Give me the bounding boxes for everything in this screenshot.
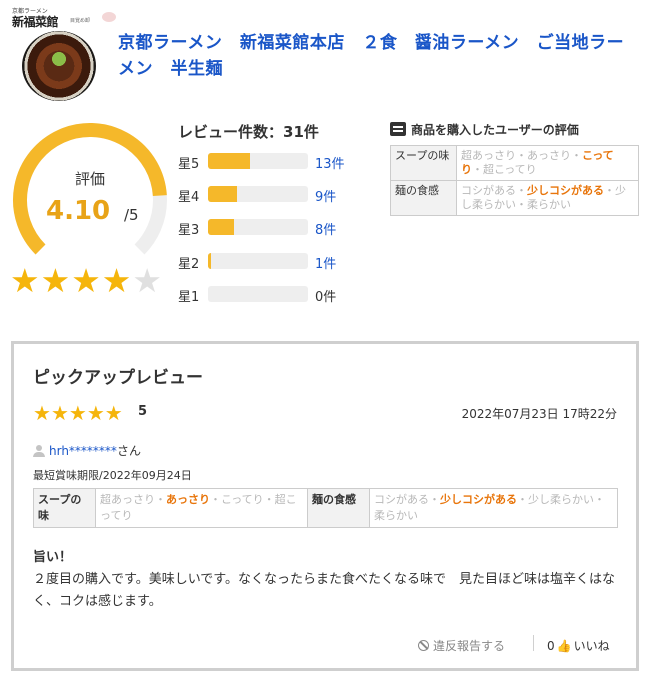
eval-key: スープの味 xyxy=(390,145,457,181)
review-eval-table: スープの味 超あっさり・あっさり・こってり・超こってり 麺の食感 コシがある・少… xyxy=(33,488,618,528)
table-row: 麺の食感 コシがある・少しコシがある・少し柔らかい・柔らかい xyxy=(390,180,639,216)
histogram-row-5[interactable]: 星5 13件 xyxy=(178,150,378,172)
eval-selected-option: 少しコシがある xyxy=(527,184,604,197)
eval-value: コシがある・少しコシがある・少し柔らかい・柔らかい xyxy=(456,180,639,216)
table-row: スープの味 超あっさり・あっさり・こってり・超こってり xyxy=(390,145,639,181)
histogram-label: 星2 xyxy=(178,257,200,272)
table-row: スープの味 超あっさり・あっさり・こってり・超こってり 麺の食感 コシがある・少… xyxy=(33,488,618,528)
histogram-count-link[interactable]: 13件 xyxy=(315,153,345,172)
pickup-review-title: ピックアップレビュー xyxy=(33,368,203,388)
like-label: いいね xyxy=(573,639,610,653)
like-count: 0 xyxy=(547,639,555,653)
rating-gauge: 評価 4.10 /5 xyxy=(10,120,170,270)
histogram-label: 星3 xyxy=(178,223,200,238)
histogram-count-link[interactable]: 9件 xyxy=(315,186,336,205)
thumbs-up-icon: 👍 xyxy=(556,639,572,653)
rating-label: 評価 xyxy=(74,170,105,188)
rating-denominator: /5 xyxy=(124,206,139,224)
eval-selected-option: あっさり xyxy=(166,493,210,506)
eval-option-text: コシがある・ xyxy=(461,184,527,197)
review-stars: ★ ★ ★ ★ ★ xyxy=(33,402,123,424)
histogram-label: 星1 xyxy=(178,290,200,305)
histogram-fill xyxy=(208,219,234,235)
review-expiry: 最短賞味期限/2022年09月24日 xyxy=(33,469,192,482)
histogram-fill xyxy=(208,153,250,169)
user-eval-heading-text: 商品を購入したユーザーの評価 xyxy=(411,123,579,137)
review-body: ２度目の購入です。美味しいです。なくなったらまた食べたくなる味で 見た目ほど味は… xyxy=(33,572,616,609)
star-icon: ★ xyxy=(104,401,123,425)
histogram-track xyxy=(208,253,308,269)
narutomaki-icon xyxy=(102,12,116,22)
star-icon: ★ xyxy=(40,261,71,300)
histogram-row-2[interactable]: 星2 1件 xyxy=(178,250,378,272)
review-count-title: レビュー件数：31件 xyxy=(178,123,319,141)
histogram-fill xyxy=(208,186,237,202)
histogram-track xyxy=(208,186,308,202)
product-thumbnail[interactable]: 京都ラーメン 新福菜館 目覚め卸 xyxy=(10,4,116,102)
histogram-count-link[interactable]: 1件 xyxy=(315,253,336,272)
logo-sub-text: 目覚め卸 xyxy=(70,18,91,24)
histogram-row-4[interactable]: 星4 9件 xyxy=(178,183,378,205)
star-icon: ★ xyxy=(101,261,132,300)
product-title[interactable]: 京都ラーメン 新福菜館本店 ２食 醤油ラーメン ご当地ラーメン 半生麺 xyxy=(118,30,638,82)
histogram-count: 0件 xyxy=(315,290,337,305)
histogram-track xyxy=(208,219,308,235)
reviewer-suffix: さん xyxy=(116,444,141,458)
report-label: 違反報告する xyxy=(433,639,506,653)
eval-option-text: ・超こってり xyxy=(472,163,537,176)
histogram-label: 星4 xyxy=(178,190,200,205)
histogram-track xyxy=(208,153,308,169)
star-icon: ★ xyxy=(10,261,40,300)
rating-gauge-arc xyxy=(13,123,167,255)
eval-selected-option: 少しコシがある xyxy=(440,493,517,506)
star-icon: ★ xyxy=(68,401,87,425)
star-icon: ★ xyxy=(132,261,162,300)
prohibited-icon xyxy=(418,640,429,651)
histogram-label: 星5 xyxy=(178,157,200,172)
eval-value: 超あっさり・あっさり・こってり・超こってり xyxy=(456,145,639,181)
eval-option-text: 超あっさり・あっさり・ xyxy=(461,149,582,162)
histogram-count-link[interactable]: 8件 xyxy=(315,219,336,238)
report-button[interactable]: 違反報告する xyxy=(418,637,505,654)
star-icon: ★ xyxy=(50,401,69,425)
reviewer-name-link[interactable]: hrh******** xyxy=(49,444,117,458)
rating-value: 4.10 xyxy=(46,196,111,226)
logo-brand-text: 新福菜館 xyxy=(12,15,59,29)
eval-key: スープの味 xyxy=(33,488,96,528)
eval-key: 麺の食感 xyxy=(390,180,457,216)
user-eval-heading: 商品を購入したユーザーの評価 xyxy=(390,121,579,138)
eval-option-text: 超あっさり・ xyxy=(100,493,166,506)
pickup-review-card: ピックアップレビュー ★ ★ ★ ★ ★ 5 2022年07月23日 17時22… xyxy=(11,341,639,671)
divider xyxy=(533,635,534,651)
like-button[interactable]: 0 👍 いいね xyxy=(547,637,610,654)
review-score: 5 xyxy=(138,404,148,419)
eval-option-text: コシがある・ xyxy=(374,493,440,506)
user-eval-table: スープの味 超あっさり・あっさり・こってり・超こってり 麺の食感 コシがある・少… xyxy=(390,145,639,216)
eval-key: 麺の食感 xyxy=(307,488,370,528)
eval-value: コシがある・少しコシがある・少し柔らかい・柔らかい xyxy=(369,488,618,528)
rating-stars: ★ ★ ★ ★ ★ xyxy=(10,264,170,298)
eval-value: 超あっさり・あっさり・こってり・超こってり xyxy=(95,488,308,528)
review-heading: 旨い！ xyxy=(33,550,73,565)
histogram-row-1: 星1 0件 xyxy=(178,283,378,305)
user-avatar-icon xyxy=(33,445,45,457)
star-icon: ★ xyxy=(86,401,105,425)
histogram-fill xyxy=(208,253,211,269)
star-icon: ★ xyxy=(71,261,101,300)
star-icon: ★ xyxy=(33,401,51,425)
reviewer: hrh********さん xyxy=(33,442,141,459)
histogram-track xyxy=(208,286,308,302)
review-date: 2022年07月23日 17時22分 xyxy=(461,407,617,421)
histogram-row-3[interactable]: 星3 8件 xyxy=(178,216,378,238)
green-onion-topping xyxy=(42,49,76,69)
comment-icon xyxy=(390,122,406,136)
